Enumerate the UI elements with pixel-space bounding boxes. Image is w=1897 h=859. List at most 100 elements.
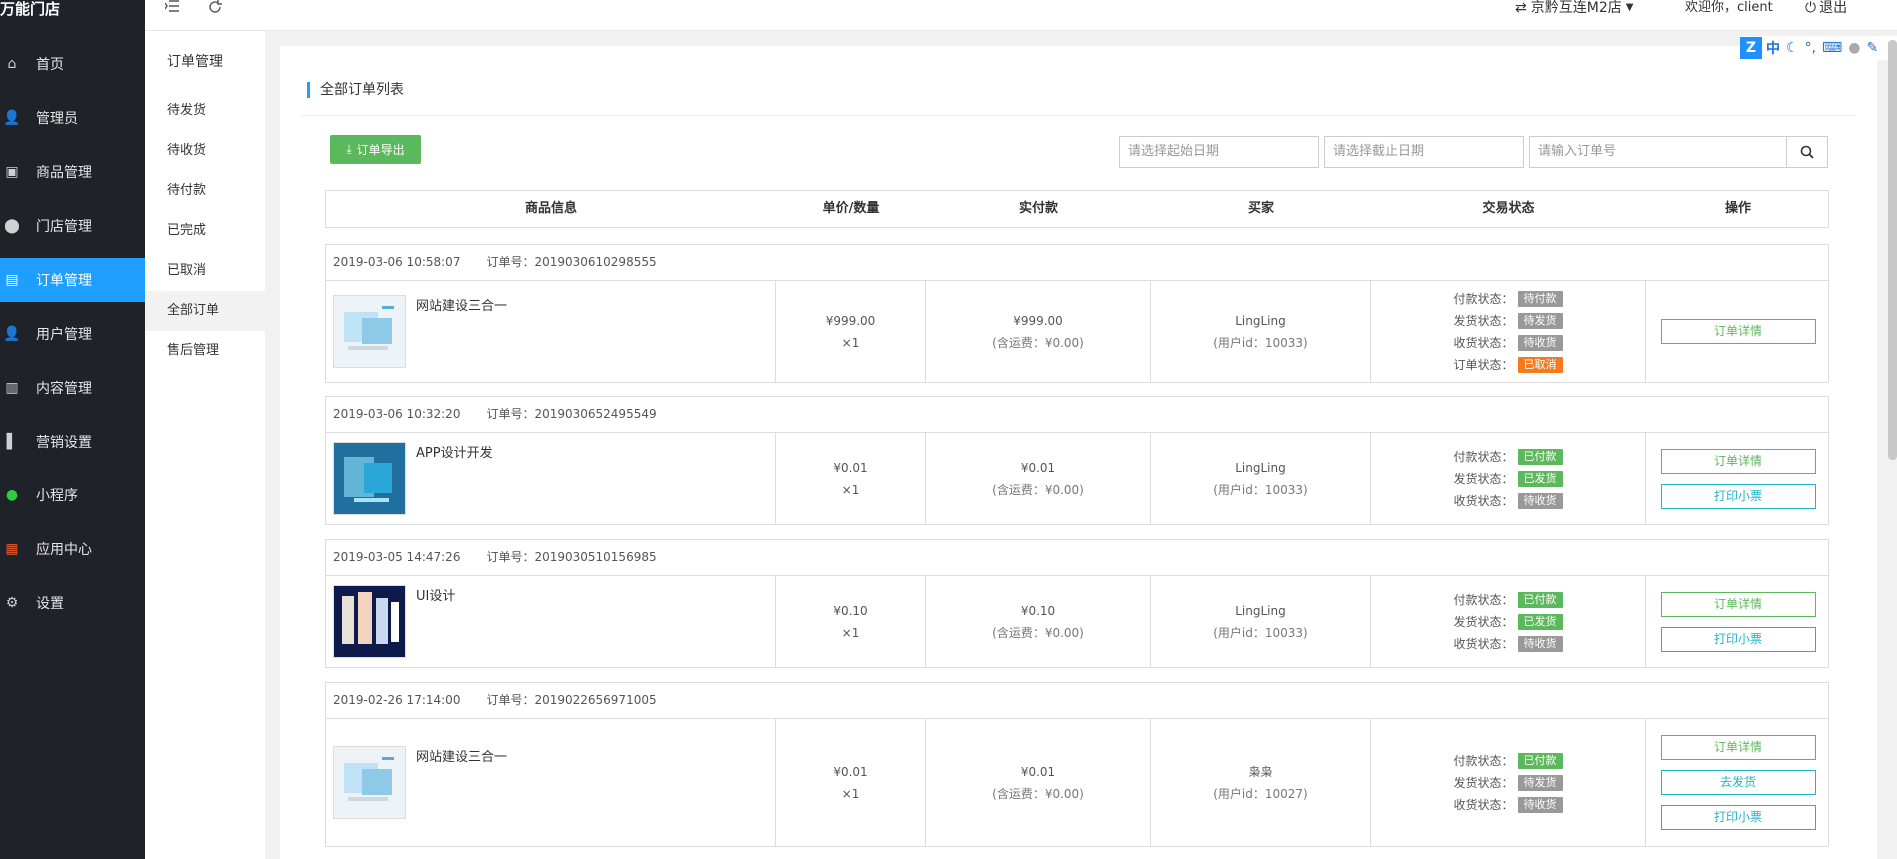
product-cell: UI设计: [326, 576, 776, 667]
end-date-input[interactable]: 请选择截止日期: [1324, 136, 1524, 168]
order-action-button[interactable]: 订单详情: [1660, 319, 1816, 344]
status-badge: 已发货: [1517, 613, 1563, 630]
submenu-item[interactable]: 待发货: [145, 91, 265, 131]
order-header: 2019-02-26 17:14:00 订单号：2019022656971005: [326, 683, 1828, 719]
sidebar-item-app-grid[interactable]: ▦ 应用中心: [0, 527, 145, 571]
store-name: 京黔互连M2店: [1530, 0, 1622, 16]
refresh-icon[interactable]: [208, 0, 222, 16]
status-row: 收货状态： 待收货: [1453, 633, 1563, 655]
export-orders-button[interactable]: ⤓ 订单导出: [330, 135, 421, 164]
start-date-input[interactable]: 请选择起始日期: [1119, 136, 1319, 168]
unit-price: ¥0.01: [833, 460, 868, 475]
sidebar-item-order-document[interactable]: ▤ 订单管理: [0, 258, 145, 302]
status-badge: 已取消: [1517, 356, 1563, 373]
order-action-button[interactable]: 订单详情: [1660, 591, 1816, 617]
gift-icon: ▣: [5, 164, 19, 180]
submenu-item[interactable]: 已取消: [145, 251, 265, 291]
sidebar-item-gear[interactable]: ⚙ 设置: [0, 581, 145, 625]
product-name[interactable]: APP设计开发: [416, 443, 493, 465]
wrench-icon[interactable]: ✎: [1866, 40, 1878, 56]
menu-fold-icon[interactable]: [164, 0, 179, 16]
order-time: 2019-02-26 17:14:00: [333, 693, 461, 707]
submenu-item[interactable]: 全部订单: [145, 291, 265, 331]
order-action-button[interactable]: 打印小票: [1660, 805, 1816, 830]
user-icon: 👤: [3, 326, 21, 342]
sidebar-item-admin-user[interactable]: 👤 管理员: [0, 96, 145, 140]
order-number: 订单号：2019030510156985: [486, 550, 657, 564]
quantity: ×1: [841, 482, 860, 497]
order-body: UI设计 ¥0.10 ×1 ¥0.10 (含运费：¥0.00) LingLing (用户id…: [326, 576, 1828, 667]
unit-price: ¥999.00: [825, 313, 876, 328]
paid-cell: ¥0.10 (含运费：¥0.00): [926, 576, 1151, 667]
search-icon: [1800, 145, 1814, 159]
status-row: 付款状态： 已付款: [1453, 750, 1563, 772]
sidebar: 万能门店 ⌂ 首页 👤 管理员 ▣ 商品管理 ⬤ 门店管理 ▤ 订单管理 👤 用户管理 ▥ 内容管理 ▌ 营销…: [0, 0, 145, 859]
sidebar-item-mini-program[interactable]: ● 小程序: [0, 473, 145, 517]
product-thumbnail[interactable]: [333, 585, 406, 658]
product-name[interactable]: 网站建设三合一: [416, 747, 507, 769]
order-number: 订单号：2019022656971005: [486, 693, 657, 707]
app-grid-icon: ▦: [5, 541, 19, 557]
submenu-item[interactable]: 已完成: [145, 211, 265, 251]
paid-amount: ¥999.00: [1013, 313, 1063, 328]
map-marker-icon: ⬤: [4, 218, 20, 234]
shipping-fee: (含运费：¥0.00): [992, 482, 1084, 497]
product-thumbnail[interactable]: [333, 442, 406, 515]
status-label: 发货状态：: [1453, 471, 1514, 486]
sidebar-item-gift[interactable]: ▣ 商品管理: [0, 150, 145, 194]
download-icon: ⤓: [346, 142, 352, 156]
store-switch-dropdown[interactable]: ⇄ 京黔互连M2店 ▼: [1515, 0, 1633, 16]
status-cell: 付款状态： 已付款 发货状态： 待发货 收货状态： 待收货: [1371, 719, 1646, 846]
moon-icon[interactable]: ☾: [1786, 40, 1799, 56]
quantity: ×1: [841, 786, 860, 801]
shipping-fee: (含运费：¥0.00): [992, 335, 1084, 350]
order-table-header: 商品信息 单价/数量 实付款 买家 交易状态 操作: [325, 190, 1829, 228]
keyboard-icon[interactable]: ⌨: [1822, 40, 1842, 56]
sidebar-item-marketing-books[interactable]: ▌ 营销设置: [0, 420, 145, 464]
status-row: 付款状态： 已付款: [1453, 589, 1563, 611]
status-row: 收货状态： 待收货: [1453, 332, 1563, 354]
status-label: 付款状态：: [1453, 753, 1514, 768]
order-action-button[interactable]: 打印小票: [1660, 626, 1816, 652]
order-number-input[interactable]: 请输入订单号: [1529, 136, 1787, 168]
sidebar-item-map-marker[interactable]: ⬤ 门店管理: [0, 204, 145, 248]
search-button[interactable]: [1786, 136, 1828, 168]
status-label: 收货状态：: [1453, 797, 1514, 812]
submenu-item[interactable]: 售后管理: [145, 331, 265, 371]
status-label: 付款状态：: [1453, 449, 1514, 464]
buyer-id: (用户id：10033): [1213, 625, 1308, 640]
order-time: 2019-03-06 10:32:20: [333, 407, 461, 421]
product-name[interactable]: 网站建设三合一: [416, 296, 507, 318]
status-badge: 已发货: [1517, 470, 1563, 487]
status-label: 收货状态：: [1453, 493, 1514, 508]
order-submenu: 订单管理 待发货 待收货 待付款 已完成 已取消 全部订单 售后管理: [145, 31, 265, 859]
order-action-button[interactable]: 去发货: [1660, 770, 1816, 795]
sidebar-item-home[interactable]: ⌂ 首页: [0, 42, 145, 86]
product-thumbnail[interactable]: [333, 295, 406, 368]
ime-lang-toggle[interactable]: 中: [1766, 38, 1780, 58]
order-action-button[interactable]: 打印小票: [1660, 483, 1816, 509]
status-row: 发货状态： 已发货: [1453, 611, 1563, 633]
price-qty-cell: ¥0.10 ×1: [776, 576, 926, 667]
buyer-cell: LingLing (用户id：10033): [1151, 576, 1371, 667]
status-badge: 已付款: [1517, 448, 1563, 465]
shipping-fee: (含运费：¥0.00): [992, 786, 1084, 801]
sidebar-item-label: 门店管理: [36, 219, 92, 235]
admin-user-icon: 👤: [3, 110, 21, 126]
page-scrollbar[interactable]: [1888, 40, 1897, 460]
submenu-item[interactable]: 待付款: [145, 171, 265, 211]
order-action-button[interactable]: 订单详情: [1660, 448, 1816, 474]
product-name[interactable]: UI设计: [416, 586, 455, 608]
sidebar-item-user[interactable]: 👤 用户管理: [0, 312, 145, 356]
punctuation-icon[interactable]: °,: [1805, 40, 1816, 56]
ime-logo-icon[interactable]: Z: [1740, 37, 1762, 59]
sidebar-item-content-file[interactable]: ▥ 内容管理: [0, 366, 145, 410]
user-skin-icon[interactable]: ●: [1848, 40, 1860, 56]
order-action-button[interactable]: 订单详情: [1660, 735, 1816, 760]
order-number: 订单号：2019030652495549: [486, 407, 657, 421]
submenu-item[interactable]: 待收货: [145, 131, 265, 171]
logout-button[interactable]: ⏻ 退出: [1805, 0, 1847, 16]
product-thumbnail[interactable]: [333, 746, 406, 819]
status-badge: 待收货: [1517, 635, 1563, 652]
marketing-books-icon: ▌: [6, 434, 18, 450]
